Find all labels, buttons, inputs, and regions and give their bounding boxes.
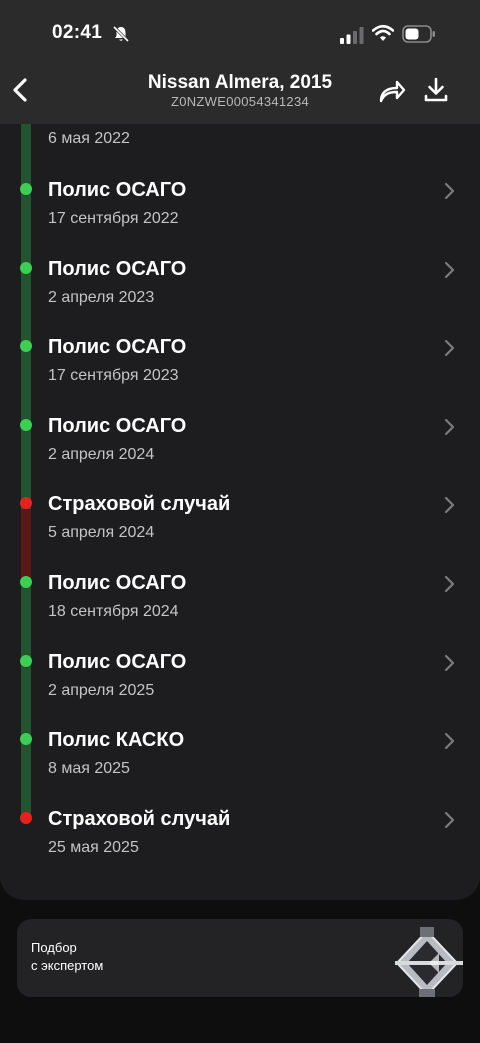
timeline-event-row[interactable]: Страховой случай 25 мая 2025 — [0, 808, 480, 886]
event-date: 17 сентября 2022 — [48, 210, 179, 227]
timeline-event-row[interactable]: Полис ОСАГО 2 апреля 2025 — [0, 651, 480, 729]
event-title: Полис ОСАГО — [48, 415, 187, 437]
event-title: Полис КАСКО — [48, 729, 185, 751]
share-arrow-icon[interactable] — [378, 78, 406, 104]
event-date: 2 апреля 2024 — [48, 446, 155, 463]
chevron-right-icon — [444, 418, 455, 436]
event-title: Страховой случай — [48, 493, 231, 515]
event-date: 2 апреля 2023 — [48, 289, 155, 306]
event-date: 25 мая 2025 — [48, 839, 139, 856]
chevron-right-icon — [444, 732, 455, 750]
chevron-right-icon — [444, 654, 455, 672]
event-title: Полис ОСАГО — [48, 336, 187, 358]
timeline-event-row[interactable]: Полис ОСАГО 2 апреля 2023 — [0, 258, 480, 336]
event-title: Полис ОСАГО — [48, 572, 187, 594]
download-icon[interactable] — [423, 76, 449, 104]
chevron-right-icon — [444, 811, 455, 829]
event-title: Полис ОСАГО — [48, 651, 187, 673]
event-title: Полис ОСАГО — [48, 179, 187, 201]
event-date: 18 сентября 2024 — [48, 603, 179, 620]
car-jack-icon — [395, 927, 463, 997]
chevron-right-icon — [444, 182, 455, 200]
top-bar: 02:41 Nissan Almera, 2015 Z0NZWE00054341… — [0, 0, 480, 124]
bell-muted-icon — [112, 25, 130, 43]
timeline-event-row[interactable]: Полис КАСКО 8 мая 2025 — [0, 729, 480, 807]
vin-subtitle: Z0NZWE00054341234 — [170, 94, 310, 109]
timeline-partial-date: 6 мая 2022 — [48, 130, 130, 147]
event-date: 8 мая 2025 — [48, 760, 130, 777]
timeline-event-row[interactable]: Страховой случай 5 апреля 2024 — [0, 493, 480, 571]
timeline-card: 6 мая 2022 Полис ОСАГО 17 сентября 2022 По… — [0, 124, 480, 900]
chevron-right-icon — [444, 496, 455, 514]
chevron-right-icon — [444, 261, 455, 279]
page-title: Nissan Almera, 2015 — [147, 72, 333, 93]
chevron-right-icon — [444, 339, 455, 357]
battery-icon — [402, 25, 435, 43]
promo-text: Подбор с экспертом — [31, 940, 104, 973]
event-title: Полис ОСАГО — [48, 258, 187, 280]
chevron-right-icon — [444, 575, 455, 593]
timeline-event-row[interactable]: Полис ОСАГО 18 сентября 2024 — [0, 572, 480, 650]
event-title: Страховой случай — [48, 808, 231, 830]
timeline-event-row[interactable]: Полис ОСАГО 17 сентября 2023 — [0, 336, 480, 414]
event-date: 17 сентября 2023 — [48, 367, 179, 384]
event-date: 2 апреля 2025 — [48, 682, 155, 699]
status-time: 02:41 — [52, 22, 103, 43]
timeline-event-row[interactable]: Полис ОСАГО 17 сентября 2022 — [0, 179, 480, 257]
expert-selection-banner[interactable]: Подбор с экспертом — [17, 919, 463, 997]
wifi-icon — [372, 24, 394, 41]
cellular-signal-icon — [340, 27, 364, 44]
timeline-event-row[interactable]: Полис ОСАГО 2 апреля 2024 — [0, 415, 480, 493]
event-date: 5 апреля 2024 — [48, 524, 155, 541]
